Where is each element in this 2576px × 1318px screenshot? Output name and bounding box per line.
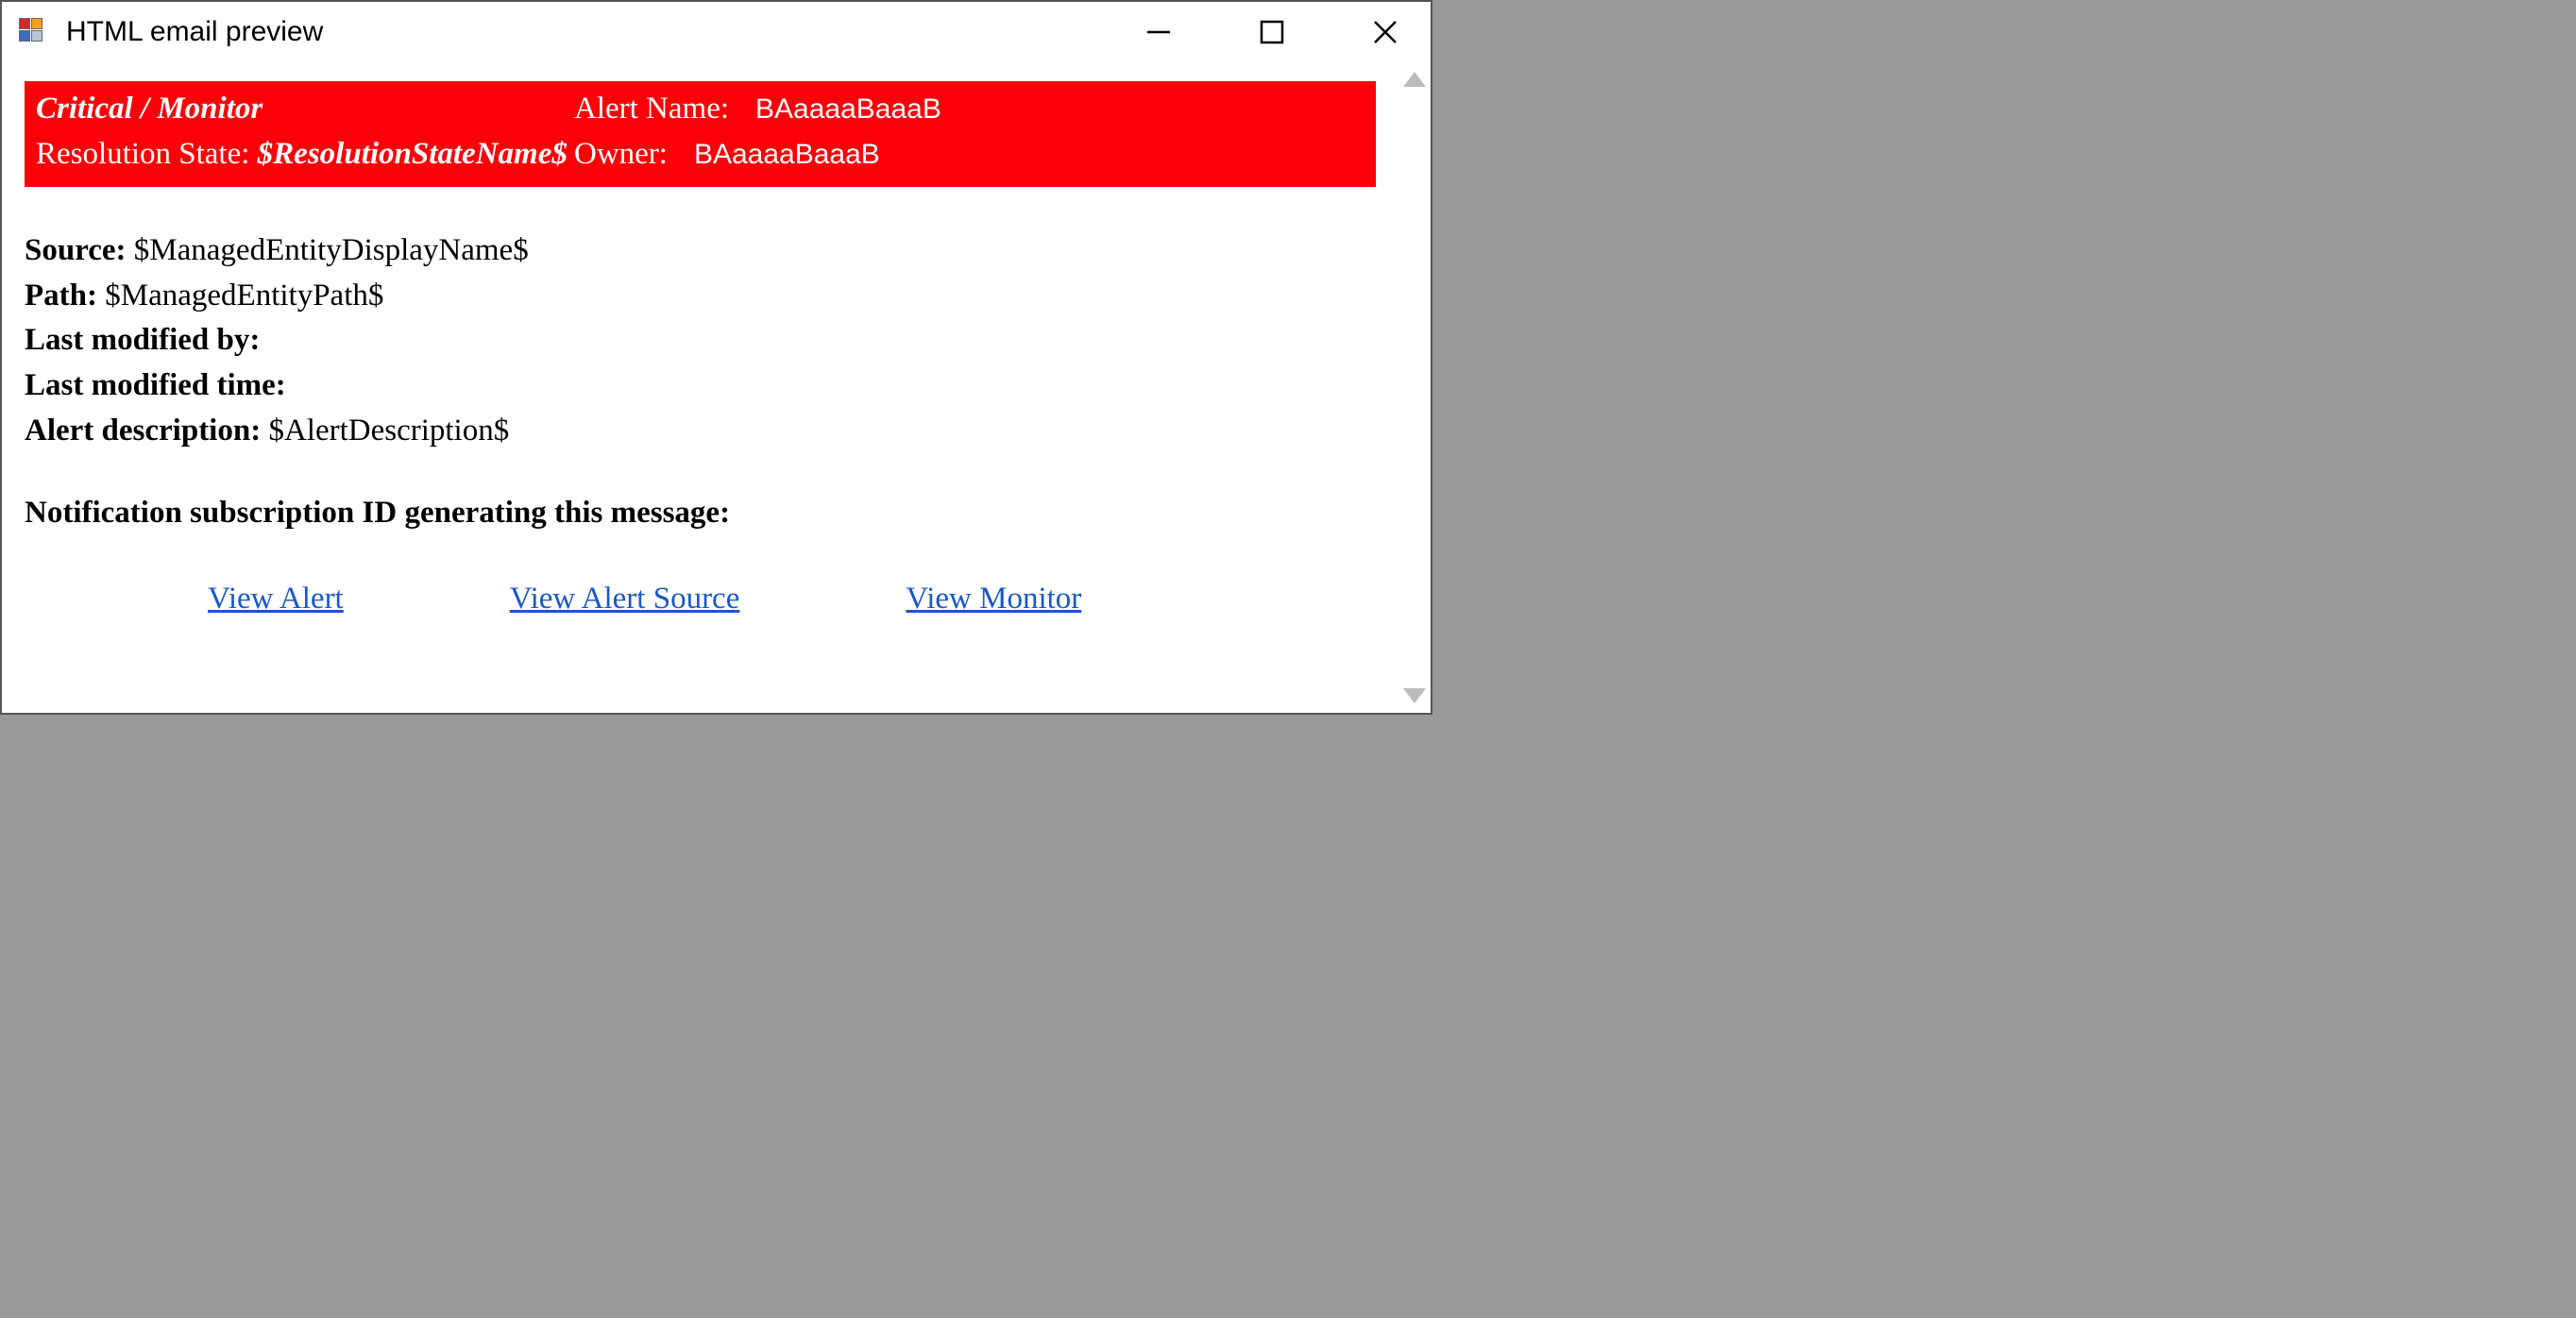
- severity-label: Critical / Monitor: [36, 87, 574, 132]
- minimize-button[interactable]: [1130, 9, 1187, 55]
- links-row: View Alert View Alert Source View Monito…: [25, 582, 1376, 617]
- view-monitor-link[interactable]: View Monitor: [906, 582, 1081, 617]
- vertical-scrollbar[interactable]: [1398, 62, 1431, 713]
- alert-banner: Critical / Monitor Alert Name: BAaaaaBaa…: [25, 81, 1376, 187]
- alert-description-value: $AlertDescription$: [268, 414, 509, 448]
- scroll-up-icon[interactable]: [1403, 72, 1426, 87]
- close-button[interactable]: [1357, 9, 1414, 55]
- modified-time-label: Last modified time:: [25, 368, 286, 402]
- titlebar: HTML email preview: [2, 2, 1431, 62]
- view-alert-source-link[interactable]: View Alert Source: [510, 582, 740, 617]
- alert-description-label: Alert description:: [25, 414, 268, 448]
- scroll-down-icon[interactable]: [1403, 688, 1426, 703]
- content-wrap: Critical / Monitor Alert Name: BAaaaaBaa…: [2, 62, 1431, 713]
- subscription-id-label: Notification subscription ID generating …: [25, 496, 1376, 531]
- resolution-state: Resolution State: $ResolutionStateName$: [36, 132, 574, 177]
- window-controls: [1130, 9, 1414, 55]
- app-icon: [19, 18, 47, 46]
- alert-name-value: BAaaaaBaaaB: [755, 89, 941, 130]
- source-label: Source:: [25, 233, 134, 267]
- maximize-button[interactable]: [1244, 9, 1300, 55]
- source-value: $ManagedEntityDisplayName$: [134, 233, 529, 267]
- path-value: $ManagedEntityPath$: [105, 279, 383, 313]
- owner-label: Owner:: [574, 132, 694, 177]
- resolution-state-value: $ResolutionStateName$: [258, 137, 568, 171]
- details-block: Source: $ManagedEntityDisplayName$ Path:…: [25, 228, 1376, 454]
- window-frame: HTML email preview Critical / Monitor Al…: [0, 0, 1432, 715]
- owner-value: BAaaaaBaaaB: [694, 134, 880, 176]
- window-title: HTML email preview: [66, 16, 1130, 48]
- view-alert-link[interactable]: View Alert: [208, 582, 344, 617]
- path-label: Path:: [25, 279, 105, 313]
- modified-by-label: Last modified by:: [25, 323, 260, 357]
- email-body: Critical / Monitor Alert Name: BAaaaaBaa…: [2, 62, 1398, 713]
- resolution-state-label: Resolution State:: [36, 137, 258, 171]
- alert-name-label: Alert Name:: [574, 87, 755, 132]
